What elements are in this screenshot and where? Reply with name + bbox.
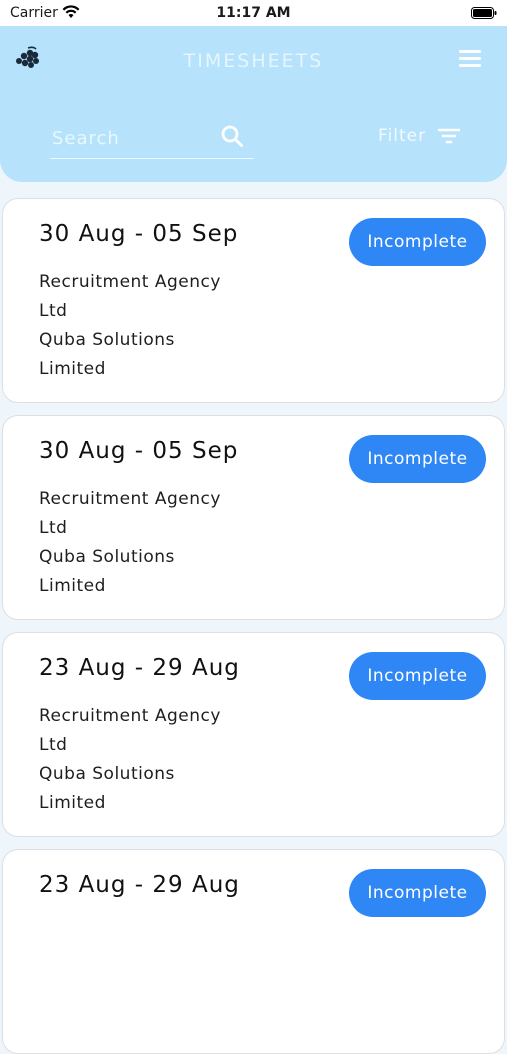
search-icon[interactable] [220, 124, 244, 148]
agency-name-line2: Ltd [39, 301, 68, 321]
hamburger-menu-icon[interactable] [459, 50, 481, 68]
agency-name-line1: Recruitment Agency [39, 706, 221, 726]
filter-icon [438, 128, 461, 144]
client-name-line1: Quba Solutions [39, 764, 175, 784]
timesheet-date-range: 23 Aug - 29 Aug [39, 655, 240, 681]
battery-icon [471, 7, 497, 19]
status-badge[interactable]: Incomplete [349, 652, 486, 700]
page-title: TIMESHEETS [183, 50, 324, 72]
timesheet-date-range: 30 Aug - 05 Sep [39, 221, 239, 247]
client-name-line2: Limited [39, 576, 106, 596]
filter-button[interactable]: Filter [378, 124, 461, 148]
timesheet-card[interactable]: 23 Aug - 29 Aug Recruitment Agency Ltd Q… [2, 632, 505, 837]
app-header: TIMESHEETS Filter [0, 26, 507, 182]
timesheet-date-range: 23 Aug - 29 Aug [39, 872, 240, 898]
status-time: 11:17 AM [216, 5, 291, 21]
status-bar: Carrier 11:17 AM [0, 0, 507, 26]
agency-name-line2: Ltd [39, 735, 68, 755]
agency-name-line1: Recruitment Agency [39, 272, 221, 292]
client-name-line1: Quba Solutions [39, 547, 175, 567]
status-badge[interactable]: Incomplete [349, 869, 486, 917]
status-badge[interactable]: Incomplete [349, 218, 486, 266]
search-bar [50, 120, 254, 159]
timesheet-card[interactable]: 30 Aug - 05 Sep Recruitment Agency Ltd Q… [2, 415, 505, 620]
client-name-line1: Quba Solutions [39, 330, 175, 350]
timesheet-date-range: 30 Aug - 05 Sep [39, 438, 239, 464]
client-name-line2: Limited [39, 359, 106, 379]
agency-name-line2: Ltd [39, 518, 68, 538]
search-input[interactable] [50, 120, 214, 156]
client-name-line2: Limited [39, 793, 106, 813]
timesheet-card[interactable]: 30 Aug - 05 Sep Recruitment Agency Ltd Q… [2, 198, 505, 403]
filter-label: Filter [378, 126, 427, 146]
agency-name-line1: Recruitment Agency [39, 489, 221, 509]
timesheet-card[interactable]: 23 Aug - 29 Aug Incomplete [2, 849, 505, 1054]
status-badge[interactable]: Incomplete [349, 435, 486, 483]
